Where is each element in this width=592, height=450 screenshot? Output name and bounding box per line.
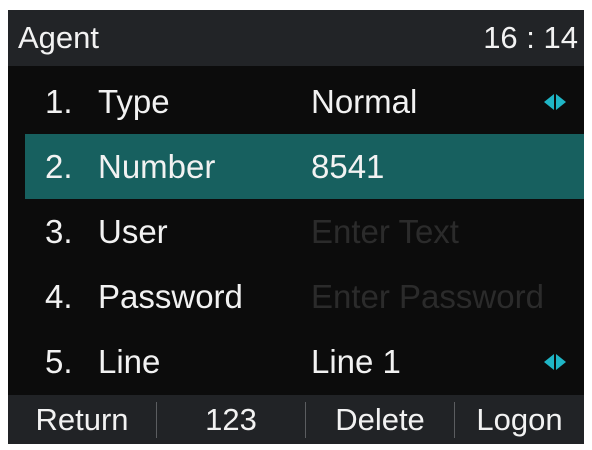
row-number: 3. xyxy=(45,212,73,250)
arrow-left-icon[interactable] xyxy=(544,353,554,370)
page-title: Agent xyxy=(18,20,100,55)
user-label: User xyxy=(98,212,168,250)
password-row[interactable]: 4. Password Enter Password xyxy=(8,264,584,329)
type-value: Normal xyxy=(311,82,418,120)
number-row[interactable]: 2. Number 8541 xyxy=(25,134,584,199)
user-field[interactable]: Enter Text xyxy=(311,213,459,251)
title-bar: Agent 16 : 14 xyxy=(8,10,584,66)
softkey-bar: Return 123 Delete Logon xyxy=(8,395,584,444)
logon-softkey[interactable]: Logon xyxy=(455,395,584,444)
type-label: Type xyxy=(98,82,170,120)
phone-screen: Agent 16 : 14 1. Type Normal 2. Number 8… xyxy=(8,10,584,444)
number-field[interactable]: 8541 xyxy=(311,148,384,186)
arrow-right-icon[interactable] xyxy=(556,353,566,370)
password-label: Password xyxy=(98,277,243,315)
input-mode-softkey[interactable]: 123 xyxy=(157,395,305,444)
row-number: 1. xyxy=(45,82,73,120)
line-label: Line xyxy=(98,342,161,380)
arrow-left-icon[interactable] xyxy=(544,93,554,110)
row-number: 4. xyxy=(45,277,73,315)
row-number: 2. xyxy=(45,147,73,185)
row-number: 5. xyxy=(45,342,73,380)
arrow-right-icon[interactable] xyxy=(556,93,566,110)
agent-form: 1. Type Normal 2. Number 8541 3. User En… xyxy=(8,69,584,394)
type-switch[interactable] xyxy=(544,93,566,110)
password-field[interactable]: Enter Password xyxy=(311,278,544,316)
clock: 16 : 14 xyxy=(483,20,578,55)
line-value: Line 1 xyxy=(311,342,401,380)
return-softkey[interactable]: Return xyxy=(8,395,156,444)
line-row[interactable]: 5. Line Line 1 xyxy=(8,329,584,394)
line-switch[interactable] xyxy=(544,353,566,370)
delete-softkey[interactable]: Delete xyxy=(306,395,454,444)
type-row[interactable]: 1. Type Normal xyxy=(8,69,584,134)
number-label: Number xyxy=(98,147,216,185)
user-row[interactable]: 3. User Enter Text xyxy=(8,199,584,264)
